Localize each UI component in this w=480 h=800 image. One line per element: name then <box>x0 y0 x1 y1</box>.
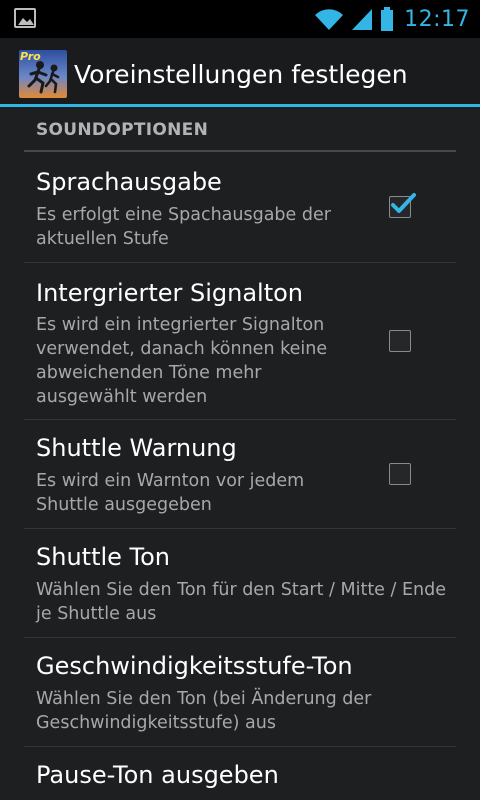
pref-title: Sprachausgabe <box>36 168 222 196</box>
pref-title: Shuttle Ton <box>36 543 171 571</box>
wifi-icon <box>315 9 344 30</box>
pref-summary: Es erfolgt eine Spachausgabe der aktuell… <box>36 205 331 249</box>
battery-icon <box>381 7 394 31</box>
pref-title: Pause-Ton ausgeben <box>36 761 279 789</box>
pref-title: Geschwindigkeitsstufe-Ton <box>36 652 353 680</box>
pref-summary: Wählen Sie den Ton für den Start / Mitte… <box>36 580 446 624</box>
page-title: Voreinstellungen festlegen <box>74 60 408 89</box>
checkmark-icon <box>391 193 416 213</box>
app-icon-badge: Pro <box>20 50 41 63</box>
action-bar: Pro Voreinstellungen festlegen <box>0 38 480 107</box>
pref-shuttle-ton[interactable]: Shuttle Ton Wählen Sie den Ton für den S… <box>24 529 456 637</box>
status-clock: 12:17 <box>404 6 470 32</box>
pref-integrierter-signalton[interactable]: Intergrierter Signalton Es wird ein inte… <box>24 263 456 419</box>
pref-summary: Wählen Sie den Ton (bei Änderung der Ges… <box>36 689 372 733</box>
pref-shuttle-warnung[interactable]: Shuttle Warnung Es wird ein Warnton vor … <box>24 420 456 528</box>
pref-title: Intergrierter Signalton <box>36 279 304 307</box>
signal-icon <box>352 9 373 30</box>
image-icon <box>14 8 36 28</box>
sprachausgabe-checkbox[interactable] <box>389 193 416 218</box>
shuttle-warnung-checkbox[interactable] <box>389 463 411 485</box>
pref-pause-ton[interactable]: Pause-Ton ausgeben <box>24 747 456 800</box>
pref-title: Shuttle Warnung <box>36 434 237 462</box>
pref-sprachausgabe[interactable]: Sprachausgabe Es erfolgt eine Spachausga… <box>24 152 456 262</box>
pref-summary: Es wird ein Warnton vor jedem Shuttle au… <box>36 471 305 515</box>
status-bar: 12:17 <box>0 0 480 38</box>
app-icon[interactable]: Pro <box>19 50 67 98</box>
signalton-checkbox[interactable] <box>389 330 411 352</box>
pref-geschwindigkeitsstufe-ton[interactable]: Geschwindigkeitsstufe-Ton Wählen Sie den… <box>24 638 456 746</box>
section-header: SOUNDOPTIONEN <box>36 120 209 140</box>
pref-summary: Es wird ein integrierter Signalton verwe… <box>36 315 328 407</box>
